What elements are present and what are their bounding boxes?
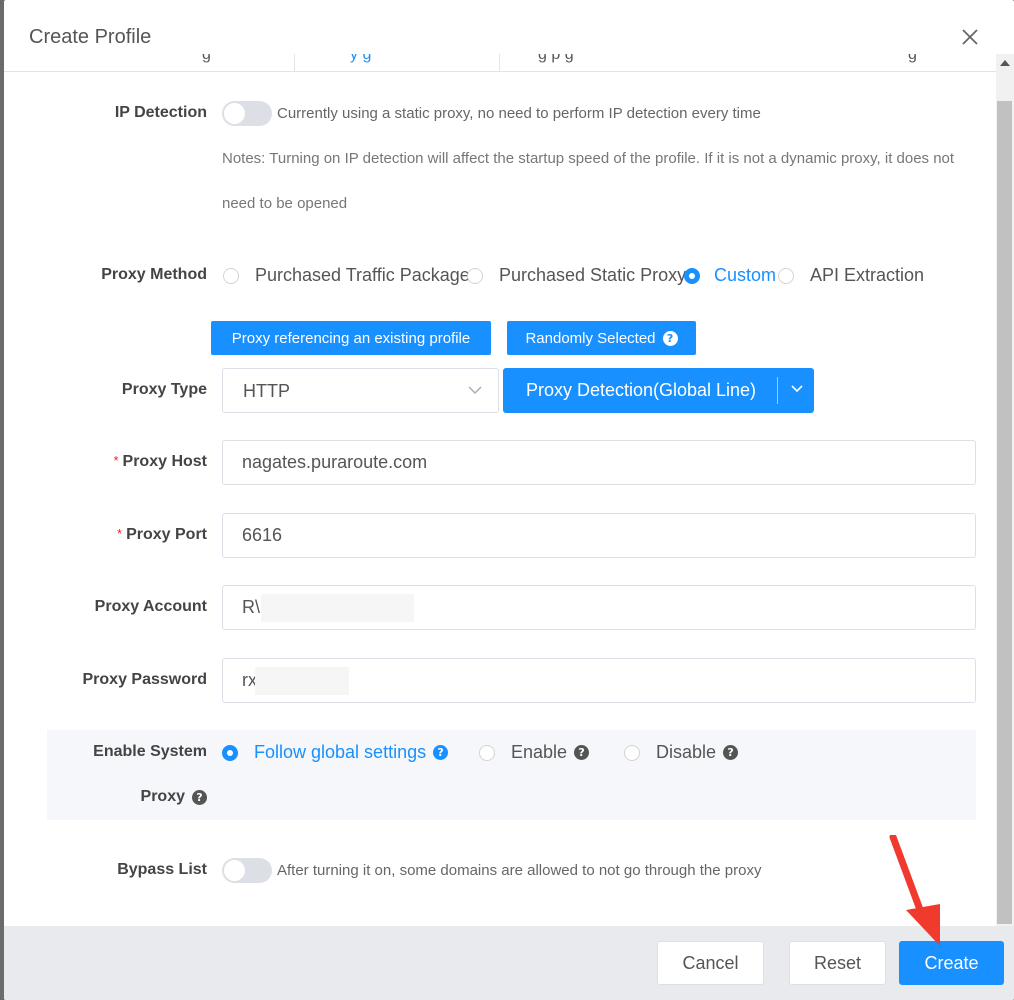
proxy-host-label: * Proxy Host <box>113 453 207 470</box>
radio-custom[interactable]: Custom <box>684 265 776 286</box>
radio-dot <box>624 744 640 761</box>
proxy-account-label: Proxy Account <box>94 598 207 615</box>
proxy-type-select[interactable]: HTTP <box>222 368 499 413</box>
create-button[interactable]: Create <box>899 941 1004 985</box>
redaction-mask <box>255 667 349 695</box>
question-circle-icon[interactable]: ? <box>192 790 207 805</box>
radio-api-extraction[interactable]: API Extraction <box>778 265 924 286</box>
question-circle-icon[interactable]: ? <box>433 745 449 760</box>
question-circle-icon[interactable]: ? <box>574 745 590 760</box>
proxy-password-input[interactable]: rx <box>222 658 976 703</box>
proxy-account-input[interactable]: R\ <box>222 585 976 630</box>
close-icon[interactable] <box>959 26 981 48</box>
switch-knob <box>224 860 245 881</box>
proxy-type-value: HTTP <box>243 381 290 401</box>
radio-disable[interactable]: Disable? <box>624 742 739 763</box>
tab-fingerprint-settings[interactable]: g p g <box>500 54 900 71</box>
proxy-port-input[interactable]: 6616 <box>222 513 976 558</box>
radio-enable[interactable]: Enable? <box>479 742 590 763</box>
scroll-thumb[interactable] <box>997 101 1012 924</box>
radio-purchased-static-proxy[interactable]: Purchased Static Proxy <box>467 265 686 286</box>
proxy-detection-split-button: Proxy Detection(Global Line) <box>503 368 814 413</box>
radio-dot <box>223 267 239 284</box>
radio-dot-checked <box>222 744 238 761</box>
system-proxy-label-line1: Enable System <box>93 743 207 760</box>
profile-tabs: g y g g p g g <box>4 54 996 72</box>
dialog-footer: Cancel Reset Create <box>4 926 1014 1000</box>
bypass-list-hint: After turning it on, some domains are al… <box>277 862 762 879</box>
bypass-list-switch[interactable] <box>222 858 272 883</box>
ip-detection-hint: Currently using a static proxy, no need … <box>277 105 761 122</box>
tab-proxy-settings[interactable]: y g <box>294 54 500 71</box>
ip-detection-switch[interactable] <box>222 101 272 126</box>
chevron-down-icon <box>790 381 804 400</box>
proxy-port-label: * Proxy Port <box>117 526 207 543</box>
question-circle-icon[interactable]: ? <box>723 745 739 760</box>
switch-knob <box>224 103 245 124</box>
proxy-password-label: Proxy Password <box>82 671 208 688</box>
radio-dot <box>479 744 495 761</box>
proxy-reference-profile-button[interactable]: Proxy referencing an existing profile <box>211 321 491 355</box>
radio-dot <box>467 267 483 284</box>
ip-detection-label: IP Detection <box>114 104 207 121</box>
proxy-host-input[interactable]: nagates.puraroute.com <box>222 440 976 485</box>
split-divider <box>777 377 778 404</box>
radio-purchased-traffic-package[interactable]: Purchased Traffic Package <box>223 265 470 286</box>
scroll-up-icon[interactable] <box>1000 60 1010 66</box>
proxy-detection-button[interactable]: Proxy Detection(Global Line) <box>503 368 779 413</box>
radio-dot <box>778 267 794 284</box>
proxy-method-label: Proxy Method <box>101 266 207 283</box>
cancel-button[interactable]: Cancel <box>657 941 764 985</box>
bypass-list-label: Bypass List <box>117 861 207 878</box>
radio-dot-checked <box>684 267 700 284</box>
ip-detection-note-line2: need to be opened <box>222 195 348 212</box>
required-mark: * <box>117 526 123 541</box>
question-circle-icon: ? <box>662 330 678 346</box>
reset-button[interactable]: Reset <box>789 941 886 985</box>
required-mark: * <box>113 453 119 468</box>
ip-detection-note-line1: Notes: Turning on IP detection will affe… <box>222 150 955 167</box>
randomly-selected-button[interactable]: Randomly Selected? <box>507 321 696 355</box>
tab-basic-settings[interactable]: g <box>4 54 294 71</box>
radio-follow-global-settings[interactable]: Follow global settings? <box>222 742 449 763</box>
proxy-detection-dropdown-toggle[interactable] <box>779 368 814 413</box>
chevron-down-icon <box>468 383 482 402</box>
create-profile-dialog: Create Profile g y g g p g g IP Detectio… <box>4 0 1014 1000</box>
dialog-title: Create Profile <box>29 26 152 48</box>
scrollbar[interactable] <box>996 54 1014 926</box>
redaction-mask <box>261 594 414 622</box>
proxy-type-label: Proxy Type <box>121 381 207 398</box>
system-proxy-label-line2: Proxy? <box>17 788 207 806</box>
tab-advanced-settings[interactable]: g <box>900 54 996 71</box>
